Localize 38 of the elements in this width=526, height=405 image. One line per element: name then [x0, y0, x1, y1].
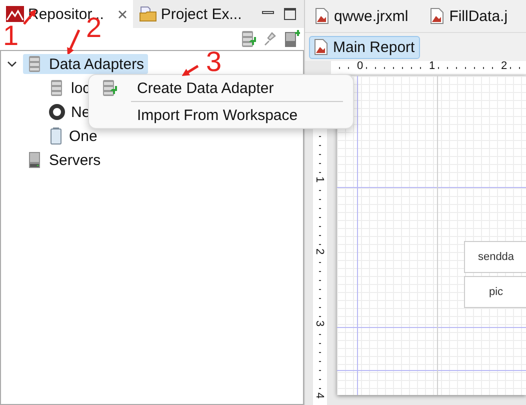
- add-database-icon: [240, 30, 256, 48]
- menu-item[interactable]: Import From Workspace: [89, 104, 353, 126]
- ruler-label: 1: [429, 61, 436, 72]
- annotation-arrow: [182, 64, 200, 76]
- folder-icon: [138, 6, 157, 22]
- tree-item[interactable]: One: [45, 126, 102, 146]
- report-file-icon: [315, 8, 329, 24]
- tree-item[interactable]: Servers: [23, 150, 105, 170]
- tree-item[interactable]: Data Adapters: [23, 54, 148, 74]
- ruler-label: 2: [501, 61, 508, 72]
- jar-icon: [49, 127, 63, 145]
- plug-icon[interactable]: [262, 30, 278, 48]
- annotation-arrow: [66, 28, 82, 54]
- editor-tab[interactable]: qwwe.jrxml: [313, 8, 410, 24]
- close-icon[interactable]: [118, 10, 127, 18]
- report-tab[interactable]: Main Report: [309, 36, 420, 58]
- add-server-icon[interactable]: [284, 30, 300, 48]
- ruler-label: 1: [314, 176, 325, 183]
- menu-item[interactable]: Create Data Adapter: [89, 77, 353, 99]
- text-field-element[interactable]: pic: [464, 276, 526, 308]
- add-database-icon: [101, 79, 117, 97]
- annotation-number: 3: [206, 48, 222, 76]
- maximize-icon[interactable]: [284, 8, 296, 20]
- annotation-number: 1: [3, 22, 19, 50]
- server-icon: [27, 151, 43, 169]
- ruler-label: 2: [314, 248, 325, 255]
- report-file-icon: [430, 8, 444, 24]
- mountain-logo-icon: [6, 6, 24, 22]
- database-icon: [27, 55, 43, 73]
- editor-tab[interactable]: FillData.j: [428, 8, 510, 24]
- ring-icon: [49, 104, 65, 120]
- text-field-element[interactable]: sendda: [464, 241, 526, 273]
- ruler-label: 3: [314, 320, 325, 327]
- database-icon: [49, 79, 65, 97]
- ruler-label: 0: [357, 61, 364, 72]
- chevron-icon[interactable]: [7, 60, 17, 68]
- ruler-label: 4: [314, 392, 325, 399]
- report-file-icon: [314, 39, 328, 55]
